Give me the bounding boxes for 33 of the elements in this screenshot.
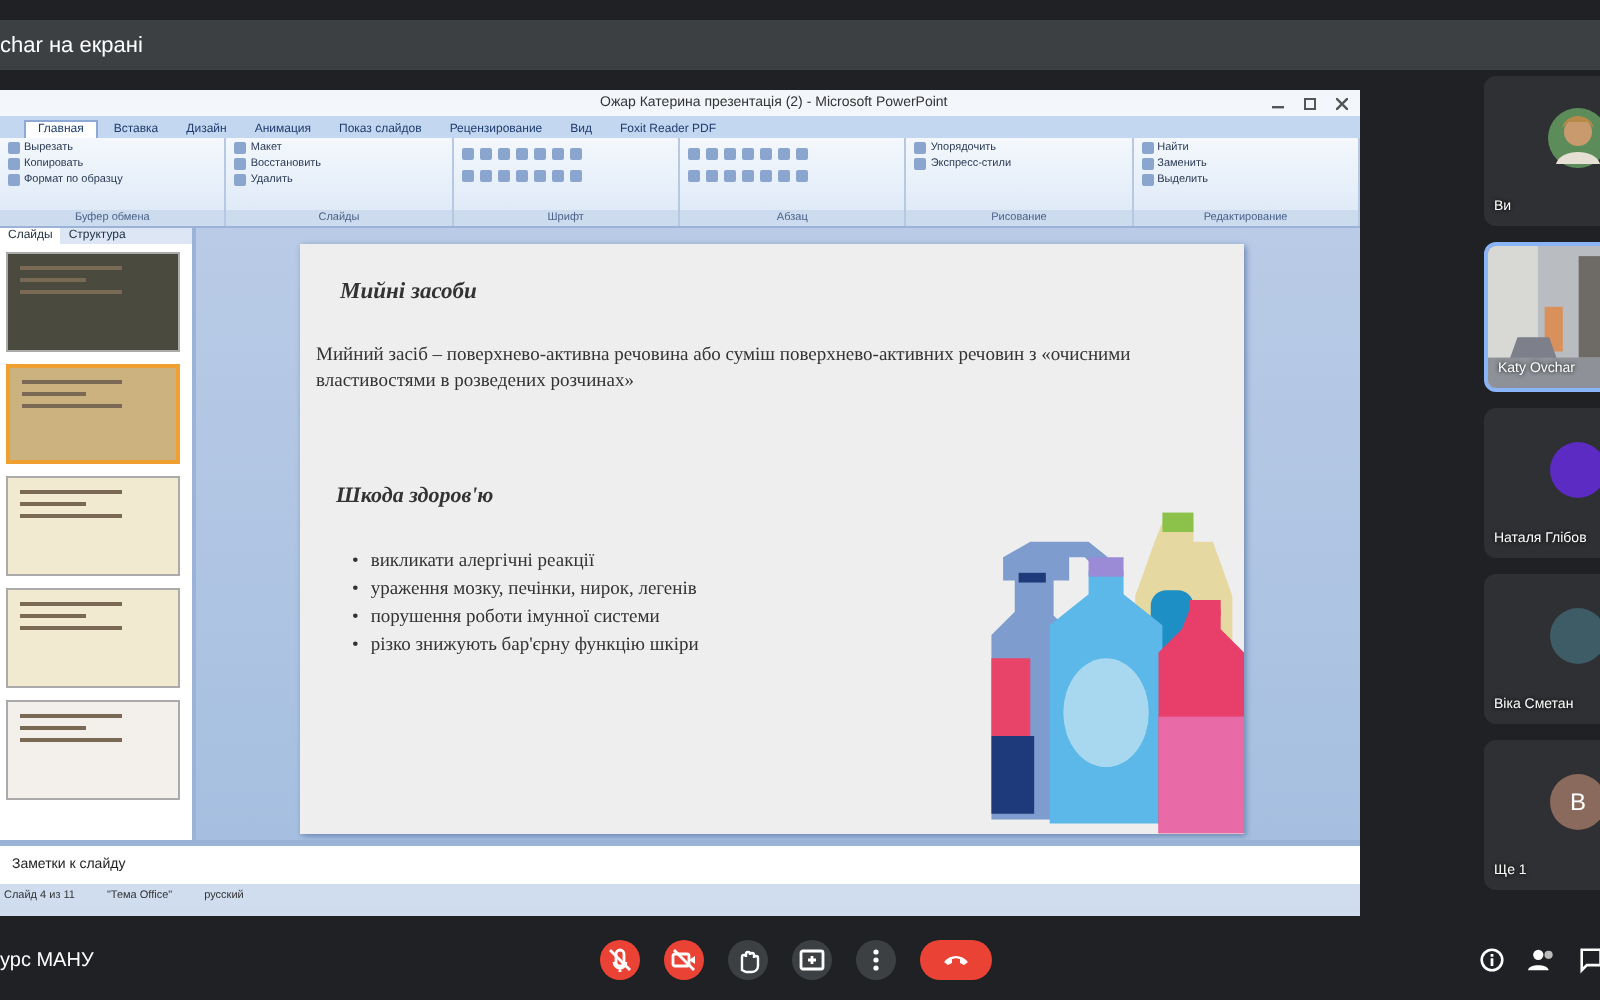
- meeting-name: урс МАНУ: [0, 949, 96, 971]
- bullet-item: порушення роботи імунної системи: [370, 605, 660, 632]
- microphone-button[interactable]: [600, 940, 640, 980]
- people-icon[interactable]: [1528, 946, 1556, 974]
- bullet-item: різко знижують бар'єрну функцію шкіри: [370, 633, 699, 660]
- bullet-item: викликати алергічні реакції: [370, 549, 595, 576]
- chat-icon[interactable]: [1579, 946, 1600, 974]
- presenting-label: char на екрані: [0, 33, 143, 57]
- bullet: •: [352, 633, 359, 660]
- avatar: В: [1550, 774, 1600, 830]
- camera-button[interactable]: [664, 940, 704, 980]
- present-button[interactable]: [792, 940, 832, 980]
- leave-call-button[interactable]: [920, 940, 992, 980]
- present-icon: [798, 946, 826, 974]
- camera-icon: [670, 946, 698, 974]
- maximize-icon[interactable]: [1304, 97, 1316, 109]
- more-options-button[interactable]: [856, 940, 896, 980]
- slide-thumbnail[interactable]: [6, 476, 180, 576]
- raise-hand-button[interactable]: [728, 940, 768, 980]
- slide-title: Мийні засоби: [340, 280, 479, 304]
- info-icon[interactable]: [1480, 946, 1504, 974]
- slide-thumbnail[interactable]: [6, 364, 180, 464]
- slide-thumbnail[interactable]: [6, 700, 180, 800]
- bullet: •: [352, 577, 359, 604]
- slide-subtitle: Шкода здоров'ю: [336, 483, 496, 508]
- slide-thumbnail[interactable]: [6, 252, 180, 352]
- close-icon[interactable]: [1336, 97, 1348, 109]
- slide-paragraph: Мийний засіб – поверхнево-активна речовина або суміш поверхнево-активних речовин з «очисними властивостями в розведених розчинах»: [316, 344, 1133, 396]
- microphone-icon: [606, 946, 634, 974]
- bullet-item: ураження мозку, печінки, нирок, легенів: [370, 577, 697, 604]
- bullet: •: [352, 549, 359, 576]
- slide-thumbnail[interactable]: [6, 588, 180, 688]
- bullet: •: [352, 605, 359, 632]
